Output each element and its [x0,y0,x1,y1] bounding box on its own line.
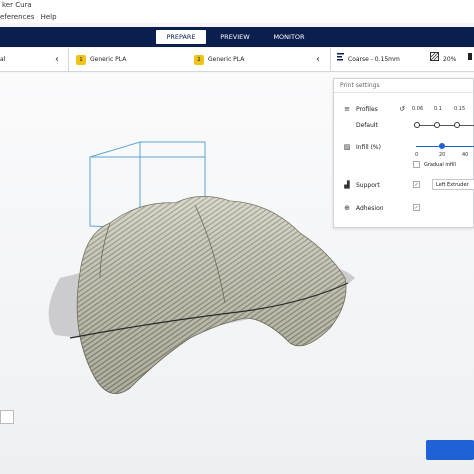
adhesion-icon: ⊕ [344,204,350,212]
profiles-label: Profiles [356,106,378,113]
infill-label: Infill (%) [356,144,381,151]
layer-knob[interactable] [454,122,460,128]
gradual-infill-checkbox[interactable] [413,161,420,168]
print-profile-selector[interactable]: Coarse - 0.15mm [348,48,400,72]
menu-item-help[interactable]: Help [41,13,57,21]
print-settings-title: Print settings [334,79,473,93]
reset-icon[interactable]: ↺ [398,105,406,113]
adhesion-label: Adhesion [356,205,384,212]
infill-slider-handle[interactable] [439,143,445,149]
support-icon: ▟ [344,181,350,189]
default-label: Default [356,122,378,129]
chevron-left-icon[interactable]: ‹ [316,48,320,72]
layer-tick: 0.06 [412,106,424,112]
object-info-box[interactable] [0,410,14,424]
profile-icon: ≡ [344,105,350,113]
layer-height-slider[interactable] [416,125,474,126]
support-checkbox[interactable]: ✓ [413,181,420,188]
extruder-2-badge: 2 [194,55,204,65]
layer-knob[interactable] [434,122,440,128]
divider [330,48,331,72]
print-settings-panel: Print settings ≡ Profiles ↺ 0.06 0.1 0.1… [333,78,474,228]
infill-slider[interactable] [416,146,474,147]
adhesion-checkbox[interactable]: ✓ [413,204,420,211]
window-title: ker Cura [0,0,474,11]
support-label: Support [356,182,380,189]
menu-bar: eferences Help [0,11,474,23]
printer-toolbar: al ‹ 1 Generic PLA 2 Generic PLA ‹ Coars… [0,48,474,72]
profile-icon [336,48,346,72]
extruder-2-material[interactable]: Generic PLA [208,48,244,72]
layer-tick: 0.1 [434,106,442,112]
extruder-1-badge: 1 [76,55,86,65]
stage-bar: PREPARE PREVIEW MONITOR [0,27,474,47]
layer-knob[interactable] [414,122,420,128]
infill-tick: 0 [415,152,419,158]
infill-icon [430,48,440,72]
layer-tick: 0.15 [454,106,466,112]
slice-button[interactable] [426,440,474,460]
printer-selector[interactable]: al [0,48,5,72]
extruder-1-material[interactable]: Generic PLA [90,48,126,72]
gradual-infill-label: Gradual infill [424,162,456,168]
infill-tick: 40 [462,152,469,158]
infill-summary[interactable]: 20% [443,48,456,72]
menu-item-preferences[interactable]: eferences [0,13,34,21]
divider [68,48,69,72]
support-icon [468,48,474,72]
tab-monitor[interactable]: MONITOR [264,30,314,44]
support-extruder-select[interactable]: Left Extruder [432,179,474,190]
chevron-left-icon[interactable]: ‹ [55,48,59,72]
tab-prepare[interactable]: PREPARE [156,30,206,44]
tab-preview[interactable]: PREVIEW [212,30,258,44]
infill-icon: ▨ [343,143,351,151]
infill-tick: 20 [439,152,446,158]
